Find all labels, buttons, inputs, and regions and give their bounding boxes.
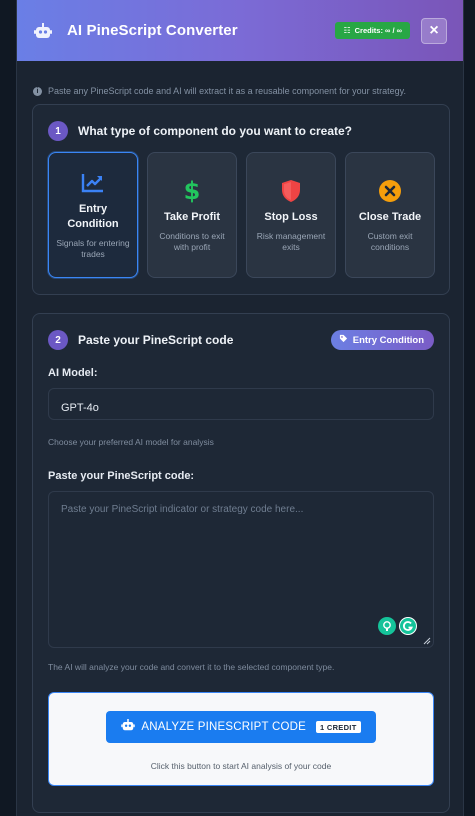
- analyze-button[interactable]: ANALYZE PINESCRIPT CODE 1 CREDIT: [106, 711, 376, 743]
- analyze-hint: Click this button to start AI analysis o…: [150, 761, 332, 771]
- card-desc: Risk management exits: [256, 230, 326, 252]
- close-button[interactable]: ×: [421, 17, 447, 44]
- coins-icon: ☷: [343, 26, 351, 35]
- resize-grip[interactable]: [423, 637, 431, 645]
- times-circle-icon: [377, 178, 403, 204]
- card-title: Entry: [78, 203, 108, 215]
- chart-line-icon: [80, 170, 106, 196]
- card-title-line2: Condition: [67, 218, 119, 230]
- model-select[interactable]: GPT-4o: [48, 388, 434, 420]
- card-title: Close Trade: [358, 210, 422, 223]
- robot-icon: [33, 21, 53, 41]
- component-type-panel: 1 What type of component do you want to …: [32, 104, 450, 295]
- info-icon: i: [33, 86, 42, 96]
- info-line: i Paste any PineScript code and AI will …: [17, 61, 463, 103]
- dollar-icon: $: [183, 176, 201, 205]
- card-title: Stop Loss: [264, 210, 318, 223]
- code-input-panel: 2 Paste your PineScript code Entry Condi…: [32, 313, 450, 813]
- modal-title: AI PineScript Converter: [67, 22, 238, 39]
- component-type-badge: Entry Condition: [330, 330, 434, 350]
- model-hint: Choose your preferred AI model for analy…: [48, 437, 214, 447]
- shield-icon: [278, 178, 304, 204]
- card-desc: Custom exit conditions: [367, 230, 413, 252]
- model-select-value: GPT-4o: [61, 402, 99, 414]
- step-number-1: 1: [48, 121, 68, 141]
- pinescript-code-textarea[interactable]: Paste your PineScript indicator or strat…: [48, 491, 434, 648]
- tag-icon: [339, 334, 348, 346]
- grammarly-hint-icon[interactable]: [378, 617, 396, 635]
- code-label: Paste your PineScript code:: [48, 470, 195, 482]
- step2-title: Paste your PineScript code: [78, 333, 234, 347]
- model-label: AI Model:: [48, 367, 98, 379]
- grammarly-icon[interactable]: [399, 617, 417, 635]
- card-close-trade[interactable]: Close Trade Custom exit conditions: [345, 152, 435, 278]
- robot-icon: [121, 718, 136, 736]
- card-stop-loss[interactable]: Stop Loss Risk management exits: [246, 152, 336, 278]
- step-number-2: 2: [48, 330, 68, 350]
- credit-cost-badge: 1 CREDIT: [316, 721, 361, 733]
- analyze-label: ANALYZE PINESCRIPT CODE: [141, 721, 306, 733]
- card-take-profit[interactable]: $ Take Profit Conditions to exit with pr…: [147, 152, 237, 278]
- component-type-badge-label: Entry Condition: [352, 334, 424, 346]
- card-title: Take Profit: [163, 210, 221, 223]
- credits-badge: ☷ Credits: ∞ / ∞: [335, 22, 410, 39]
- info-text: Paste any PineScript code and AI will ex…: [48, 86, 407, 96]
- credits-label: Credits: ∞ / ∞: [354, 26, 402, 35]
- code-placeholder: Paste your PineScript indicator or strat…: [61, 504, 304, 515]
- analyze-box: ANALYZE PINESCRIPT CODE 1 CREDIT Click t…: [48, 692, 434, 786]
- card-desc: Conditions to exit with profit: [159, 230, 225, 252]
- step1-title: What type of component do you want to cr…: [78, 124, 353, 138]
- code-hint: The AI will analyze your code and conver…: [48, 662, 335, 672]
- converter-modal: AI PineScript Converter ☷ Credits: ∞ / ∞…: [16, 0, 464, 816]
- card-entry-condition[interactable]: Entry Condition Signals for entering tra…: [48, 152, 138, 278]
- card-desc: Signals for entering trades: [56, 238, 130, 259]
- modal-header: AI PineScript Converter ☷ Credits: ∞ / ∞…: [17, 0, 463, 61]
